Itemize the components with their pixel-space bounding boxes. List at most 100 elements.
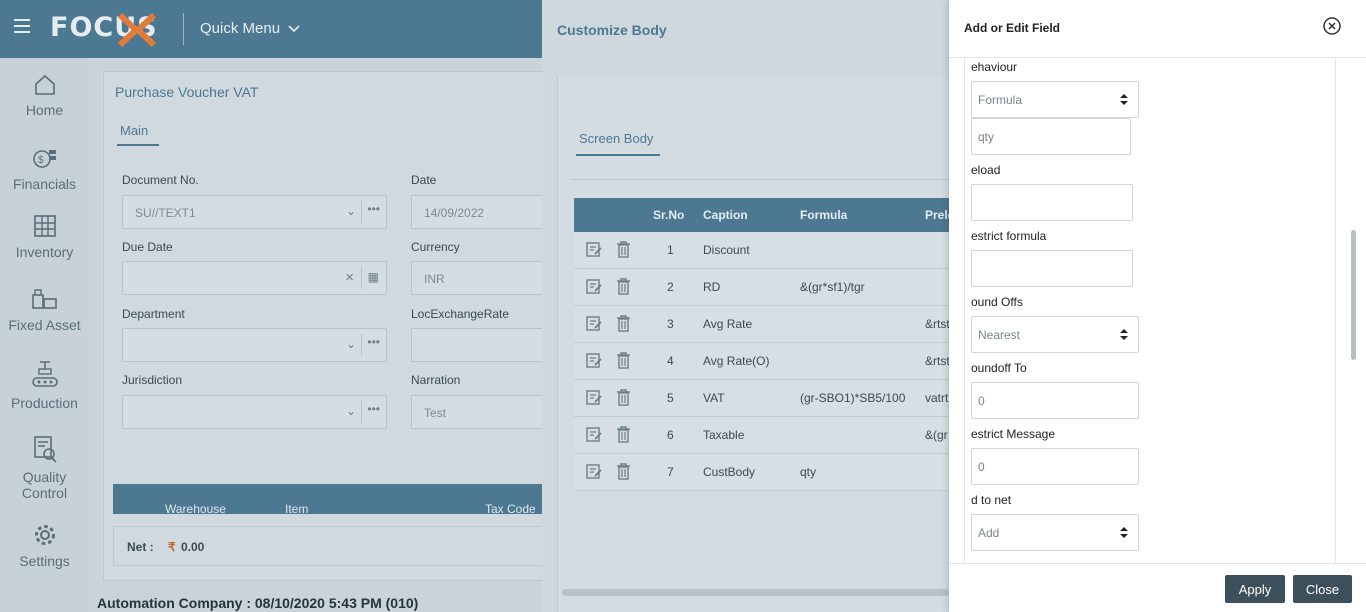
edit-icon[interactable] [586,352,603,369]
add-edit-field-drawer: Add or Edit Field ehaviour Formula qty e… [949,0,1366,612]
calendar-icon[interactable]: ▦ [368,270,379,284]
formula-input[interactable]: qty [971,118,1131,155]
document-no-value: SU//TEXT1 [135,206,196,220]
horizontal-scrollbar[interactable] [562,589,949,596]
edit-icon[interactable] [586,426,603,443]
table-row[interactable]: 7 CustBody qty [574,454,949,491]
edit-icon[interactable] [586,463,603,480]
cell-caption: Taxable [703,428,745,442]
cell-preload: &rtst [925,317,950,331]
sidebar-item-financials[interactable]: $ Financials [0,146,89,192]
header-divider [183,13,184,45]
table-row[interactable]: 2 RD &(gr*sf1)/tgr [574,269,949,306]
sidebar-item-home[interactable]: Home [0,74,89,118]
column-header: Caption [703,208,748,222]
page-title: Purchase Voucher VAT [115,84,259,100]
narration-value: Test [424,406,447,420]
table-row[interactable]: 1 Discount [574,232,949,269]
sidebar-item-production[interactable]: Production [0,359,89,411]
table-row[interactable]: 5 VAT (gr-SBO1)*SB5/100 vatrt [574,380,949,417]
net-label: Net : [127,540,154,554]
jurisdiction-label: Jurisdiction [122,373,183,387]
delete-icon[interactable] [616,241,631,258]
cell-caption: VAT [703,391,725,405]
hamburger-menu-icon[interactable] [14,19,30,33]
financials-icon: $ [32,150,56,168]
table-row[interactable]: 3 Avg Rate &rtst [574,306,950,343]
cell-sr-no: 3 [667,317,674,331]
more-icon[interactable]: ••• [367,402,380,416]
chevron-down-icon[interactable]: ⌄ [346,337,356,351]
currency-field[interactable]: INR [411,261,551,295]
round-offs-select[interactable]: Nearest [971,316,1139,353]
close-button[interactable]: Close [1293,575,1352,603]
tab-main[interactable]: Main [120,123,148,138]
tab-underline [117,144,159,146]
document-no-field[interactable]: SU//TEXT1 ⌄ ••• [122,195,387,229]
edit-icon[interactable] [586,278,603,295]
quality-control-icon [33,436,57,463]
quick-menu-label: Quick Menu [200,20,281,37]
drawer-footer: Apply Close [949,563,1366,612]
sidebar-item-label: Financials [12,176,77,192]
clear-icon[interactable]: × [345,269,354,286]
date-value: 14/09/2022 [424,206,485,220]
gear-icon [34,525,55,545]
scrollbar-thumb[interactable] [1351,230,1356,360]
sidebar-item-settings[interactable]: Settings [0,523,89,569]
jurisdiction-field[interactable]: ⌄ ••• [122,395,387,429]
fields-table: Sr.No Caption Formula Prelc 1 Discount 2 RD… [574,198,954,491]
delete-icon[interactable] [616,463,631,480]
restrict-message-value: 0 [978,460,985,474]
restrict-message-input[interactable]: 0 [971,448,1139,485]
tab-divider [572,179,949,180]
behaviour-label: ehaviour [971,60,1018,74]
inventory-icon [33,215,56,237]
cell-sr-no: 5 [667,391,674,405]
preload-input[interactable] [971,184,1133,221]
restrict-formula-input[interactable] [971,250,1133,287]
cell-caption: CustBody [703,465,756,479]
field-separator [361,201,362,223]
add-to-net-select[interactable]: Add [971,514,1139,551]
department-label: Department [122,307,185,321]
sidebar-item-inventory[interactable]: Inventory [0,214,89,260]
roundoff-to-label: oundoff To [971,361,1027,375]
tab-underline [576,154,660,156]
delete-icon[interactable] [616,315,631,332]
narration-field[interactable]: Test [411,395,551,429]
more-icon[interactable]: ••• [367,202,380,216]
chevron-down-icon[interactable]: ⌄ [346,204,356,218]
behaviour-select[interactable]: Formula [971,81,1139,118]
due-date-field[interactable]: × ▦ [122,261,387,295]
loc-exchange-rate-field[interactable] [411,328,551,362]
column-header: Formula [800,208,848,222]
date-field[interactable]: 14/09/2022 [411,195,551,229]
roundoff-to-input[interactable]: 0 [971,382,1139,419]
delete-icon[interactable] [616,389,631,406]
quick-menu-button[interactable]: Quick Menu [200,20,300,37]
sidebar-item-quality-control[interactable]: Quality Control [0,435,89,501]
table-row[interactable]: 4 Avg Rate(O) &rtst [574,343,950,380]
roundoff-to-value: 0 [978,394,985,408]
department-field[interactable]: ⌄ ••• [122,328,387,362]
edit-icon[interactable] [586,241,603,258]
close-icon[interactable] [1322,16,1342,36]
vertical-scrollbar[interactable] [1351,58,1357,563]
due-date-label: Due Date [122,240,173,254]
delete-icon[interactable] [616,426,631,443]
currency-label: Currency [411,240,460,254]
drawer-form: ehaviour Formula qty eload estrict formu… [964,58,1336,563]
chevron-down-icon[interactable]: ⌄ [346,404,356,418]
edit-icon[interactable] [586,389,603,406]
delete-icon[interactable] [616,278,631,295]
more-icon[interactable]: ••• [367,335,380,349]
sidebar-item-fixed-asset[interactable]: Fixed Asset [0,287,89,333]
delete-icon[interactable] [616,352,631,369]
apply-button[interactable]: Apply [1225,575,1285,603]
edit-icon[interactable] [586,315,603,332]
cell-sr-no: 1 [667,243,674,257]
table-row[interactable]: 6 Taxable &(gr [574,417,949,454]
sort-caret-icon [1120,329,1128,340]
tab-screen-body[interactable]: Screen Body [579,131,653,146]
